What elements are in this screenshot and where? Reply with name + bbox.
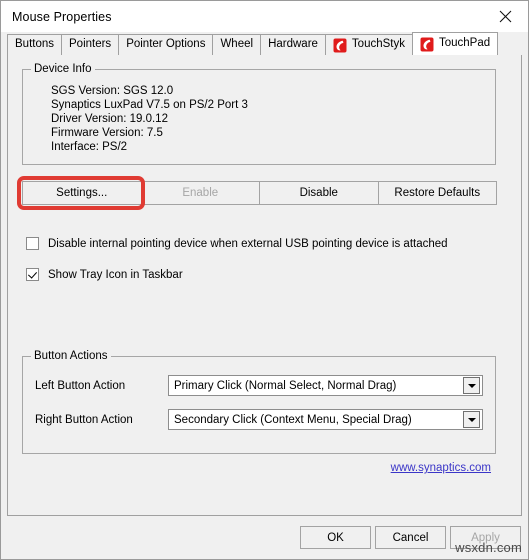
- restore-defaults-button[interactable]: Restore Defaults: [377, 181, 497, 205]
- window-title: Mouse Properties: [12, 9, 112, 24]
- device-info-line: SGS Version: SGS 12.0: [51, 85, 174, 97]
- enable-button: Enable: [140, 181, 260, 205]
- tab-pointer-options[interactable]: Pointer Options: [118, 34, 214, 55]
- close-icon: [499, 10, 512, 23]
- tab-label: Pointer Options: [126, 38, 206, 51]
- checkbox-box[interactable]: [26, 237, 39, 250]
- device-info-line: Synaptics LuxPad V7.5 on PS/2 Port 3: [51, 99, 248, 111]
- synaptics-logo-icon: [333, 38, 347, 53]
- tab-touchpad[interactable]: TouchPad: [411, 32, 499, 55]
- tab-label: Pointers: [69, 38, 112, 51]
- tab-buttons[interactable]: Buttons: [7, 34, 62, 55]
- title-bar: Mouse Properties: [1, 1, 528, 32]
- device-info-line: Driver Version: 19.0.12: [51, 113, 168, 125]
- chevron-down-icon[interactable]: [463, 377, 480, 394]
- tab-touchstyk[interactable]: TouchStyk: [324, 34, 413, 55]
- synaptics-website-link[interactable]: www.synaptics.com: [391, 462, 491, 474]
- watermark: wsxdn.com: [455, 540, 522, 555]
- checkbox-box[interactable]: [26, 268, 39, 281]
- touchpad-tab-panel: Device Info SGS Version: SGS 12.0 Synapt…: [7, 54, 522, 516]
- device-info-group: Device Info SGS Version: SGS 12.0 Synapt…: [22, 63, 496, 165]
- right-button-action-row: Right Button Action Secondary Click (Con…: [35, 409, 483, 430]
- device-action-button-row: Settings... Enable Disable Restore Defau…: [22, 181, 497, 205]
- device-info-text: SGS Version: SGS 12.0 Synaptics LuxPad V…: [51, 84, 248, 154]
- tab-label: Buttons: [15, 38, 54, 51]
- tab-label: Hardware: [268, 38, 318, 51]
- settings-button[interactable]: Settings...: [22, 181, 142, 205]
- mouse-properties-dialog: Mouse Properties Buttons Pointers Pointe…: [0, 0, 529, 560]
- close-button[interactable]: [482, 1, 528, 32]
- disable-internal-pointing-device-checkbox[interactable]: Disable internal pointing device when ex…: [26, 237, 448, 250]
- device-info-group-title: Device Info: [31, 63, 95, 75]
- left-button-action-row: Left Button Action Primary Click (Normal…: [35, 375, 483, 396]
- show-tray-icon-checkbox[interactable]: Show Tray Icon in Taskbar: [26, 268, 183, 281]
- button-actions-group: Button Actions Left Button Action Primar…: [22, 350, 496, 454]
- tab-pointers[interactable]: Pointers: [61, 34, 120, 55]
- cancel-button[interactable]: Cancel: [375, 526, 446, 549]
- right-button-action-label: Right Button Action: [35, 413, 133, 426]
- left-button-action-value: Primary Click (Normal Select, Normal Dra…: [174, 379, 397, 392]
- tab-strip: Buttons Pointers Pointer Options Wheel H…: [1, 32, 528, 55]
- tab-label: TouchPad: [438, 37, 491, 50]
- tab-hardware[interactable]: Hardware: [260, 34, 326, 55]
- left-button-action-label: Left Button Action: [35, 379, 126, 392]
- device-info-line: Firmware Version: 7.5: [51, 127, 163, 139]
- checkbox-label: Disable internal pointing device when ex…: [48, 237, 448, 250]
- tab-label: TouchStyk: [351, 38, 405, 51]
- checkbox-label: Show Tray Icon in Taskbar: [48, 268, 183, 281]
- disable-button[interactable]: Disable: [259, 181, 379, 205]
- button-actions-group-title: Button Actions: [31, 350, 111, 362]
- left-button-action-dropdown[interactable]: Primary Click (Normal Select, Normal Dra…: [168, 375, 483, 396]
- dialog-footer: OK Cancel Apply: [1, 517, 528, 559]
- synaptics-logo-icon: [420, 37, 434, 52]
- device-info-line: Interface: PS/2: [51, 141, 128, 153]
- tab-wheel[interactable]: Wheel: [212, 34, 262, 55]
- tab-label: Wheel: [220, 38, 254, 51]
- right-button-action-dropdown[interactable]: Secondary Click (Context Menu, Special D…: [168, 409, 483, 430]
- chevron-down-icon[interactable]: [463, 411, 480, 428]
- right-button-action-value: Secondary Click (Context Menu, Special D…: [174, 413, 412, 426]
- ok-button[interactable]: OK: [300, 526, 371, 549]
